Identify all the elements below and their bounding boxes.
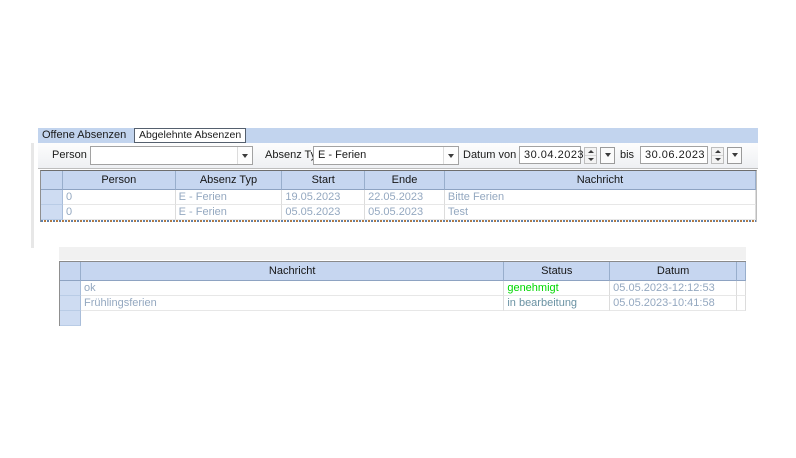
spinner-up-button[interactable]: [712, 148, 723, 156]
row-header-cell[interactable]: [60, 281, 81, 296]
datum-von-label: Datum von: [463, 149, 516, 161]
cell-datum[interactable]: 05.05.2023-10:41:58: [610, 296, 737, 311]
table-row[interactable]: 0 E - Ferien 05.05.2023 05.05.2023 Test: [41, 205, 756, 220]
person-combobox-dropdown-button[interactable]: [237, 147, 252, 164]
person-label: Person: [52, 149, 87, 161]
row-header-cell[interactable]: [41, 190, 63, 205]
cell-ende[interactable]: 05.05.2023: [365, 205, 445, 220]
spinner-up-icon: [588, 150, 594, 153]
column-header-status[interactable]: Status: [504, 262, 610, 281]
open-absences-grid: Person Absenz Typ Start Ende Nachricht 0…: [40, 170, 757, 222]
cell-ende[interactable]: 22.05.2023: [365, 190, 445, 205]
bis-datepicker: 30.06.2023: [640, 146, 742, 164]
dropdown-arrow-icon: [732, 153, 738, 157]
cell-start[interactable]: 19.05.2023: [282, 190, 365, 205]
panel-spacer: [59, 247, 746, 260]
grid-corner-cell[interactable]: [41, 171, 63, 190]
bis-label: bis: [620, 149, 634, 161]
datum-von-datepicker: 30.04.2023: [519, 146, 615, 164]
absenz-typ-combobox-value: E - Ferien: [314, 147, 443, 164]
grid-corner-cell[interactable]: [60, 262, 81, 281]
spinner-up-button[interactable]: [585, 148, 596, 156]
column-header-datum[interactable]: Datum: [610, 262, 737, 281]
spinner-up-icon: [715, 150, 721, 153]
history-grid: Nachricht Status Datum ok genehmigt 05.0…: [59, 261, 746, 326]
column-header-ende[interactable]: Ende: [365, 171, 445, 190]
cell-status[interactable]: genehmigt: [504, 281, 610, 296]
absenz-typ-combobox-dropdown-button[interactable]: [443, 147, 458, 164]
cell-datum[interactable]: 05.05.2023-12:12:53: [610, 281, 737, 296]
column-header-start[interactable]: Start: [282, 171, 365, 190]
new-row-indicator: [41, 220, 756, 222]
cell-absenz-typ[interactable]: E - Ferien: [176, 205, 283, 220]
column-header-nachricht[interactable]: Nachricht: [445, 171, 756, 190]
cell-filler: [737, 296, 746, 311]
filter-toolbar: Person Absenz Typ E - Ferien Datum von 3…: [38, 143, 758, 169]
cell-nachricht[interactable]: Frühlingsferien: [81, 296, 504, 311]
bis-dropdown-button[interactable]: [727, 147, 742, 164]
dropdown-arrow-icon: [448, 154, 454, 158]
grid-header-row: Person Absenz Typ Start Ende Nachricht: [41, 171, 756, 190]
tab-abgelehnte-absenzen[interactable]: Abgelehnte Absenzen: [134, 128, 246, 143]
cell-status[interactable]: in bearbeitung: [504, 296, 610, 311]
row-header-cell[interactable]: [41, 205, 63, 220]
column-header-nachricht[interactable]: Nachricht: [81, 262, 504, 281]
dropdown-arrow-icon: [605, 153, 611, 157]
table-row[interactable]: ok genehmigt 05.05.2023-12:12:53: [60, 281, 746, 296]
cell-nachricht[interactable]: Test: [445, 205, 756, 220]
tab-strip: Offene Absenzen Abgelehnte Absenzen: [38, 128, 758, 143]
datum-von-field[interactable]: 30.04.2023: [519, 146, 581, 164]
cell-nachricht[interactable]: ok: [81, 281, 504, 296]
column-header-absenz-typ[interactable]: Absenz Typ: [176, 171, 283, 190]
grid-header-row: Nachricht Status Datum: [60, 262, 746, 281]
column-header-filler: [737, 262, 746, 281]
datum-von-spinner[interactable]: [584, 147, 597, 164]
person-combobox-value: [91, 147, 237, 164]
table-row[interactable]: Frühlingsferien in bearbeitung 05.05.202…: [60, 296, 746, 311]
row-header-cell[interactable]: [60, 311, 81, 326]
panel-left-edge: [31, 143, 34, 248]
app-window: Offene Absenzen Abgelehnte Absenzen Pers…: [0, 0, 796, 458]
spinner-down-icon: [588, 158, 594, 161]
spinner-down-button[interactable]: [585, 156, 596, 163]
table-row[interactable]: 0 E - Ferien 19.05.2023 22.05.2023 Bitte…: [41, 190, 756, 205]
spinner-down-button[interactable]: [712, 156, 723, 163]
column-header-person[interactable]: Person: [63, 171, 176, 190]
cell-person[interactable]: 0: [63, 190, 176, 205]
cell-person[interactable]: 0: [63, 205, 176, 220]
bis-spinner[interactable]: [711, 147, 724, 164]
bis-field[interactable]: 30.06.2023: [640, 146, 708, 164]
row-header-cell[interactable]: [60, 296, 81, 311]
absenz-typ-combobox[interactable]: E - Ferien: [313, 146, 459, 165]
new-row[interactable]: [60, 311, 746, 326]
person-combobox[interactable]: [90, 146, 253, 165]
cell-nachricht[interactable]: Bitte Ferien: [445, 190, 756, 205]
datum-von-dropdown-button[interactable]: [600, 147, 615, 164]
tab-offene-absenzen[interactable]: Offene Absenzen: [42, 129, 126, 142]
cell-filler: [737, 281, 746, 296]
dropdown-arrow-icon: [242, 154, 248, 158]
cell-start[interactable]: 05.05.2023: [282, 205, 365, 220]
cell-absenz-typ[interactable]: E - Ferien: [176, 190, 283, 205]
spinner-down-icon: [715, 158, 721, 161]
